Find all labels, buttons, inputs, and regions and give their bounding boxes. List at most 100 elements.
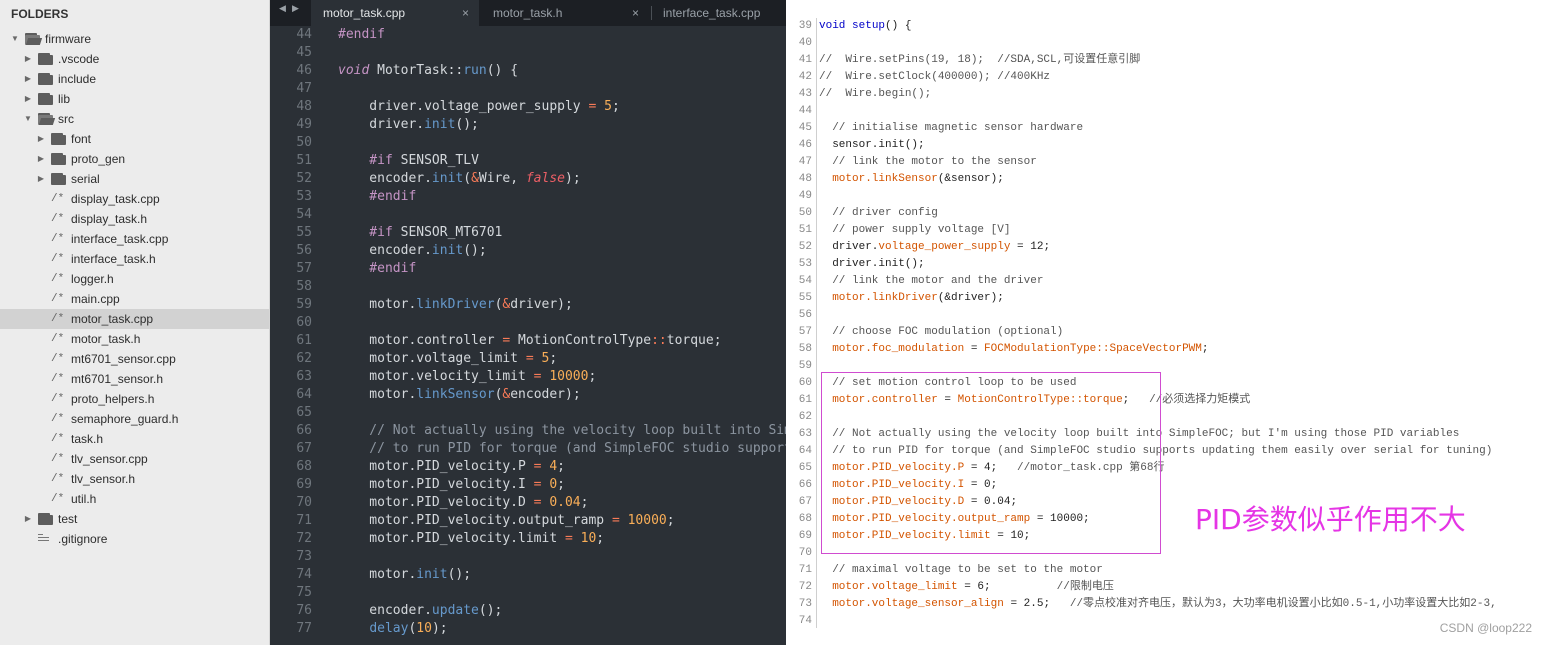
close-icon[interactable]: ×	[462, 0, 469, 26]
code-text: motor.voltage_limit = 6; //限制电压	[819, 579, 1114, 596]
chevron-down-icon[interactable]: ▼	[10, 29, 20, 49]
code-text: motor.voltage_limit = 5;	[338, 350, 557, 368]
line-number: 59	[798, 360, 812, 372]
line-number: 71	[798, 564, 812, 576]
line-number: 63	[798, 428, 812, 440]
tree-item-label: display_task.h	[71, 212, 148, 226]
line-number: 75	[296, 585, 312, 600]
code-token: ();	[455, 117, 479, 132]
chevron-right-icon[interactable]: ▶	[36, 149, 46, 169]
file-item[interactable]: /* task.h	[0, 429, 269, 449]
tree-item-label: font	[71, 132, 92, 146]
tree-item-label: include	[58, 72, 97, 86]
source-file-icon: /*	[51, 213, 65, 225]
code-token: = 2.5;	[1003, 598, 1070, 610]
code-line: 44 #endif	[270, 26, 786, 44]
line-number: 61	[798, 394, 812, 406]
file-item[interactable]: /* mt6701_sensor.cpp	[0, 349, 269, 369]
folder-item[interactable]: ▶ proto_gen	[0, 149, 269, 169]
chevron-down-icon[interactable]: ▼	[23, 109, 33, 129]
file-item[interactable]: /* semaphore_guard.h	[0, 409, 269, 429]
chevron-right-icon[interactable]: ▶	[23, 89, 33, 109]
code-line: 60	[270, 314, 786, 332]
code-token: // maximal voltage to be set to the moto…	[819, 564, 1103, 576]
folder-item[interactable]: ▶ include	[0, 69, 269, 89]
code-area[interactable]: 44 #endif 45 46 void MotorTask::run() {47 48 …	[270, 26, 786, 638]
line-number: 43	[798, 88, 812, 100]
line-number: 72	[296, 531, 312, 546]
code-token: ::	[651, 333, 667, 348]
tab-motor-task-h[interactable]: motor_task.h ×	[481, 0, 649, 26]
code-text: // link the motor and the driver	[819, 273, 1043, 290]
tree-item-label: src	[58, 112, 74, 126]
code-token: void	[338, 63, 370, 78]
nav-next-button[interactable]: ▶	[292, 4, 299, 14]
code-text: void MotorTask::run() {	[338, 62, 518, 80]
tree-item-label: mt6701_sensor.h	[71, 372, 164, 386]
folder-item[interactable]: ▶ .vscode	[0, 49, 269, 69]
chevron-right-icon[interactable]: ▶	[23, 69, 33, 89]
file-item[interactable]: .gitignore	[0, 529, 269, 549]
folder-item[interactable]: ▶ lib	[0, 89, 269, 109]
file-item[interactable]: /* interface_task.cpp	[0, 229, 269, 249]
line-number: 74	[296, 567, 312, 582]
watermark: CSDN @loop222	[1439, 621, 1532, 635]
file-item[interactable]: /* main.cpp	[0, 289, 269, 309]
source-file-icon: /*	[51, 193, 65, 205]
code-token: driver.init();	[819, 258, 925, 270]
code-token: // driver config	[819, 207, 938, 219]
line-number: 60	[798, 377, 812, 389]
line-number: 62	[798, 411, 812, 423]
folder-item[interactable]: ▶ font	[0, 129, 269, 149]
close-icon[interactable]: ×	[632, 0, 639, 26]
code-line: 63 motor.velocity_limit = 10000;	[270, 368, 786, 386]
code-token: motor.PID_velocity.output_ramp	[338, 513, 612, 528]
file-item[interactable]: /* logger.h	[0, 269, 269, 289]
code-text: #endif	[338, 260, 416, 278]
code-token: encoder.	[338, 243, 432, 258]
code-text: encoder.init();	[338, 242, 486, 260]
chevron-right-icon[interactable]: ▶	[36, 129, 46, 149]
folder-item[interactable]: ▶ serial	[0, 169, 269, 189]
tree-item-label: proto_helpers.h	[71, 392, 155, 406]
tab-interface-task-cpp[interactable]: interface_task.cpp	[651, 0, 786, 26]
file-item[interactable]: /* interface_task.h	[0, 249, 269, 269]
folder-item[interactable]: ▼ firmware	[0, 29, 269, 49]
code-token: = 6;	[957, 581, 1057, 593]
tab-label: motor_task.cpp	[323, 6, 406, 20]
tab-motor-task-cpp[interactable]: motor_task.cpp ×	[311, 0, 479, 26]
chevron-right-icon[interactable]: ▶	[36, 169, 46, 189]
code-token: motor.PID_velocity.I	[338, 477, 534, 492]
code-token: //限制电压	[1056, 581, 1114, 593]
code-text: driver.init();	[338, 116, 479, 134]
file-item[interactable]: /* motor_task.h	[0, 329, 269, 349]
code-token: 10000	[627, 513, 667, 528]
code-token: motor.linkDriver	[819, 292, 938, 304]
code-text: motor.controller = MotionControlType::to…	[338, 332, 721, 350]
file-item[interactable]: /* tlv_sensor.cpp	[0, 449, 269, 469]
folder-item[interactable]: ▶ test	[0, 509, 269, 529]
code-token: motor.PID_velocity.limit	[338, 531, 565, 546]
file-item[interactable]: /* tlv_sensor.h	[0, 469, 269, 489]
line-number: 50	[296, 135, 312, 150]
tree-item-label: interface_task.h	[71, 252, 156, 266]
nav-prev-button[interactable]: ◀	[279, 4, 286, 14]
file-item[interactable]: /* motor_task.cpp	[0, 309, 269, 329]
file-item[interactable]: /* display_task.cpp	[0, 189, 269, 209]
chevron-right-icon[interactable]: ▶	[23, 509, 33, 529]
file-item[interactable]: /* proto_helpers.h	[0, 389, 269, 409]
folder-item[interactable]: ▼ src	[0, 109, 269, 129]
file-item[interactable]: /* mt6701_sensor.h	[0, 369, 269, 389]
file-item[interactable]: /* display_task.h	[0, 209, 269, 229]
tab-bar: ◀ ▶ motor_task.cpp × motor_task.h × inte…	[270, 0, 786, 26]
code-token: ;	[666, 513, 675, 528]
code-line: 48 driver.voltage_power_supply = 5;	[270, 98, 786, 116]
folder-icon	[38, 73, 53, 85]
tree-item-label: tlv_sensor.cpp	[71, 452, 148, 466]
source-file-icon: /*	[51, 253, 65, 265]
tree-item-label: proto_gen	[71, 152, 126, 166]
file-item[interactable]: /* util.h	[0, 489, 269, 509]
code-token: delay	[369, 621, 409, 636]
chevron-right-icon[interactable]: ▶	[23, 49, 33, 69]
